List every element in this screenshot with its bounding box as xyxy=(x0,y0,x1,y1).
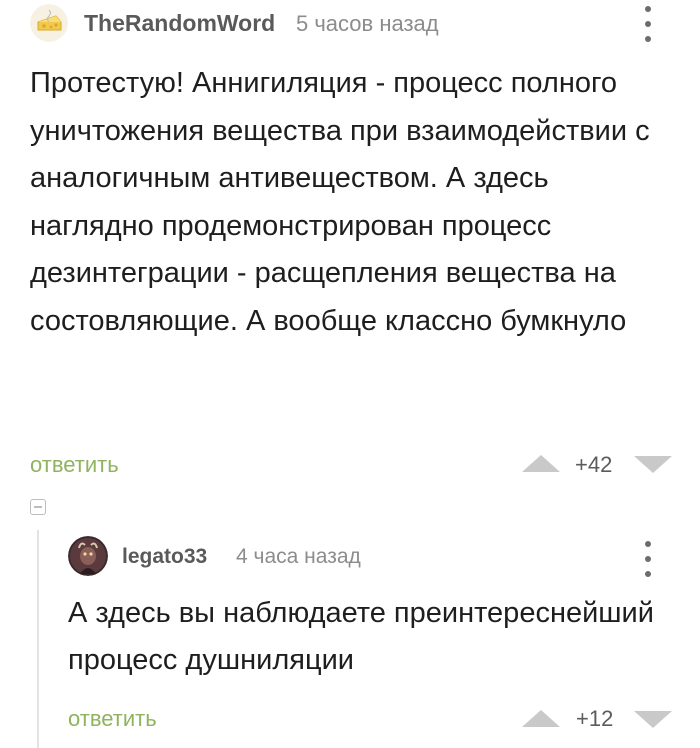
collapse-thread-icon[interactable] xyxy=(30,499,46,515)
kebab-menu-icon[interactable] xyxy=(642,541,654,577)
reply-button[interactable]: ответить xyxy=(68,706,157,732)
cheese-avatar-icon xyxy=(30,4,68,42)
comment-text: Протестую! Аннигиляция - процесс полного… xyxy=(30,67,650,337)
demon-avatar-icon xyxy=(68,536,108,576)
avatar[interactable] xyxy=(68,536,108,576)
avatar[interactable] xyxy=(30,4,68,42)
downvote-icon[interactable] xyxy=(634,456,672,473)
reply-button[interactable]: ответить xyxy=(30,452,119,478)
comment-rating: +42 xyxy=(575,452,613,477)
timestamp: 4 часа назад xyxy=(236,545,361,568)
upvote-icon[interactable] xyxy=(522,455,560,472)
kebab-menu-icon[interactable] xyxy=(642,6,654,42)
comment-text: А здесь вы наблюдаете преинтереснейший п… xyxy=(68,597,654,676)
username[interactable]: legato33 xyxy=(122,545,207,569)
comment: TheRandomWord 5 часов назад Протестую! А… xyxy=(0,0,700,500)
comment-rating: +12 xyxy=(576,706,614,731)
upvote-icon[interactable] xyxy=(522,710,560,727)
downvote-icon[interactable] xyxy=(634,711,672,728)
username[interactable]: TheRandomWord xyxy=(84,10,275,37)
comment: legato33 4 часа назад А здесь вы наблюда… xyxy=(0,530,700,748)
timestamp: 5 часов назад xyxy=(296,11,439,36)
